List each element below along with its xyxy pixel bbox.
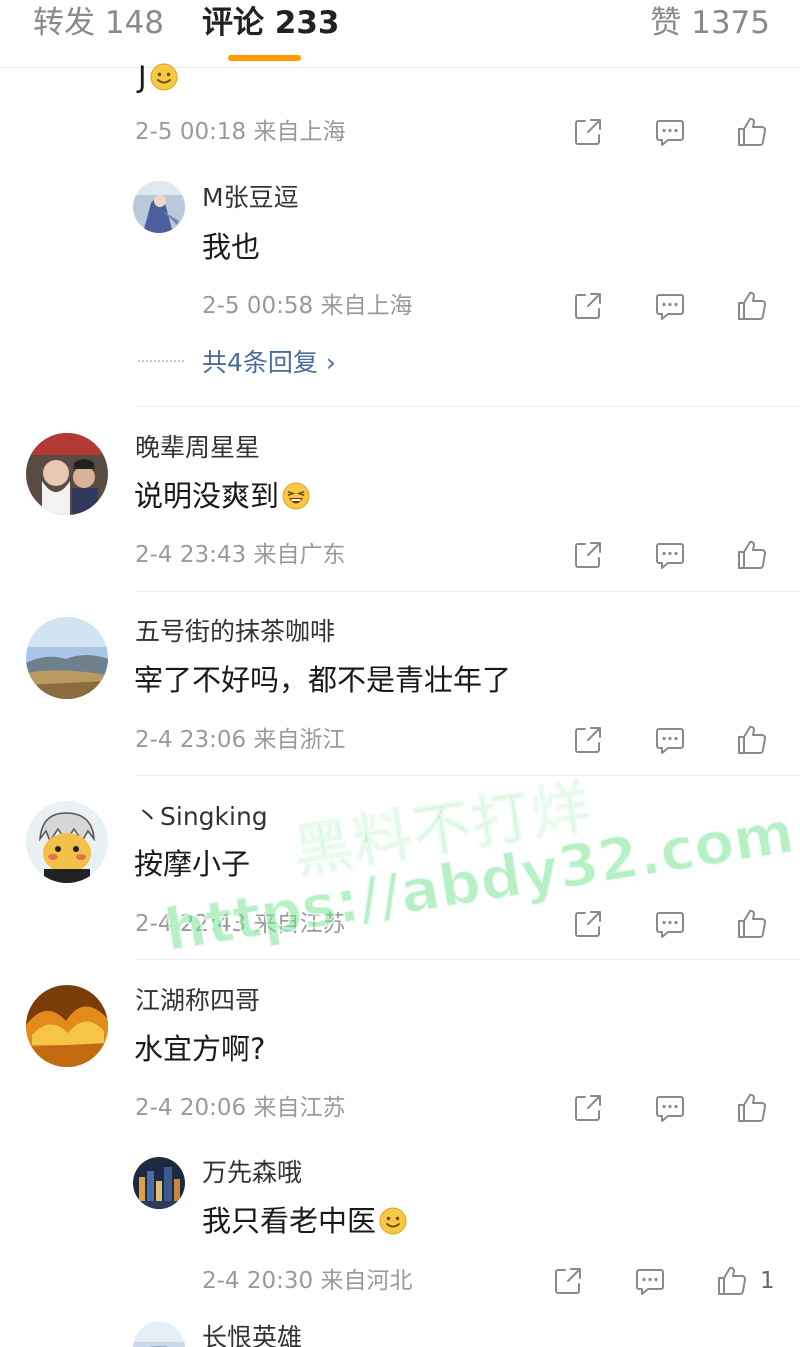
thumbs-up-icon[interactable] bbox=[715, 1264, 749, 1298]
comment-username[interactable]: 五号街的抹茶咖啡 bbox=[135, 616, 335, 648]
share-icon[interactable] bbox=[551, 1264, 585, 1298]
thumbs-up-icon[interactable] bbox=[735, 1091, 769, 1125]
reply-meta: 2-5 00:58 来自上海 bbox=[202, 293, 413, 319]
comment-meta: 2-5 00:18 来自上海 bbox=[135, 119, 346, 145]
share-icon[interactable] bbox=[571, 115, 605, 149]
comment-meta: 2-4 22:43 来自江苏 bbox=[135, 911, 346, 937]
reply-icon[interactable] bbox=[653, 723, 687, 757]
thumbs-up-icon[interactable] bbox=[735, 907, 769, 941]
watermark-title: 黑料不打烊 bbox=[288, 771, 597, 887]
comment-text: 水宜方啊? bbox=[134, 1032, 266, 1066]
reply-icon[interactable] bbox=[653, 907, 687, 941]
share-icon[interactable] bbox=[571, 907, 605, 941]
tab-comment[interactable]: 评论 233 bbox=[202, 4, 340, 42]
reply-meta: 2-4 20:30 来自河北 bbox=[202, 1268, 413, 1294]
reply-text: 我只看老中医 bbox=[202, 1202, 408, 1240]
comment-meta: 2-4 23:06 来自浙江 bbox=[135, 727, 346, 753]
divider bbox=[135, 775, 800, 776]
reply-text: 我也 bbox=[202, 230, 261, 264]
reply-icon[interactable] bbox=[653, 538, 687, 572]
share-icon[interactable] bbox=[571, 538, 605, 572]
avatar[interactable] bbox=[133, 1322, 185, 1347]
reply-icon[interactable] bbox=[653, 289, 687, 323]
more-replies-link[interactable]: 共4条回复 › bbox=[138, 343, 336, 383]
divider bbox=[135, 406, 800, 407]
avatar[interactable] bbox=[133, 1157, 185, 1209]
comment-text: 说明没爽到 bbox=[134, 477, 311, 515]
thumbs-up-icon[interactable] bbox=[735, 723, 769, 757]
avatar[interactable] bbox=[26, 617, 108, 699]
avatar[interactable] bbox=[26, 985, 108, 1067]
comment-text: 宰了不好吗，都不是青壮年了 bbox=[134, 663, 512, 697]
tab-repost[interactable]: 转发 148 bbox=[33, 4, 164, 42]
thumbs-up-icon[interactable] bbox=[735, 538, 769, 572]
share-icon[interactable] bbox=[571, 289, 605, 323]
active-tab-indicator bbox=[228, 55, 301, 61]
reply-username[interactable]: 长恨英雄 bbox=[202, 1322, 302, 1347]
tab-bar: 转发 148 评论 233 赞 1375 bbox=[0, 0, 800, 68]
thumbs-up-icon[interactable] bbox=[735, 289, 769, 323]
reply-icon[interactable] bbox=[653, 115, 687, 149]
smile-face-icon bbox=[149, 62, 179, 92]
thumbs-up-icon[interactable] bbox=[735, 115, 769, 149]
more-replies-label[interactable]: 共4条回复 › bbox=[202, 348, 336, 377]
comment-meta: 2-4 23:43 来自广东 bbox=[135, 542, 346, 568]
like-count: 1 bbox=[760, 1268, 775, 1294]
share-icon[interactable] bbox=[571, 723, 605, 757]
reply-username[interactable]: M张豆逗 bbox=[202, 182, 299, 214]
comment-username[interactable]: 晚辈周星星 bbox=[135, 432, 260, 464]
comment-username[interactable]: 丶Singking bbox=[135, 801, 268, 833]
laughing-face-icon bbox=[281, 481, 311, 511]
avatar[interactable] bbox=[133, 181, 185, 233]
more-replies-divider bbox=[138, 360, 184, 362]
comment-text-fragment: J bbox=[138, 58, 179, 96]
smile-face-icon bbox=[378, 1206, 408, 1236]
comment-username[interactable]: 江湖称四哥 bbox=[135, 985, 260, 1017]
divider bbox=[135, 959, 800, 960]
reply-icon[interactable] bbox=[653, 1091, 687, 1125]
comment-text: 按摩小子 bbox=[134, 847, 251, 881]
share-icon[interactable] bbox=[571, 1091, 605, 1125]
reply-username[interactable]: 万先森哦 bbox=[202, 1157, 302, 1189]
avatar[interactable] bbox=[26, 801, 108, 883]
comment-meta: 2-4 20:06 来自江苏 bbox=[135, 1095, 346, 1121]
divider bbox=[135, 591, 800, 592]
avatar[interactable] bbox=[26, 433, 108, 515]
reply-icon[interactable] bbox=[633, 1264, 667, 1298]
tab-like[interactable]: 赞 1375 bbox=[650, 4, 770, 42]
